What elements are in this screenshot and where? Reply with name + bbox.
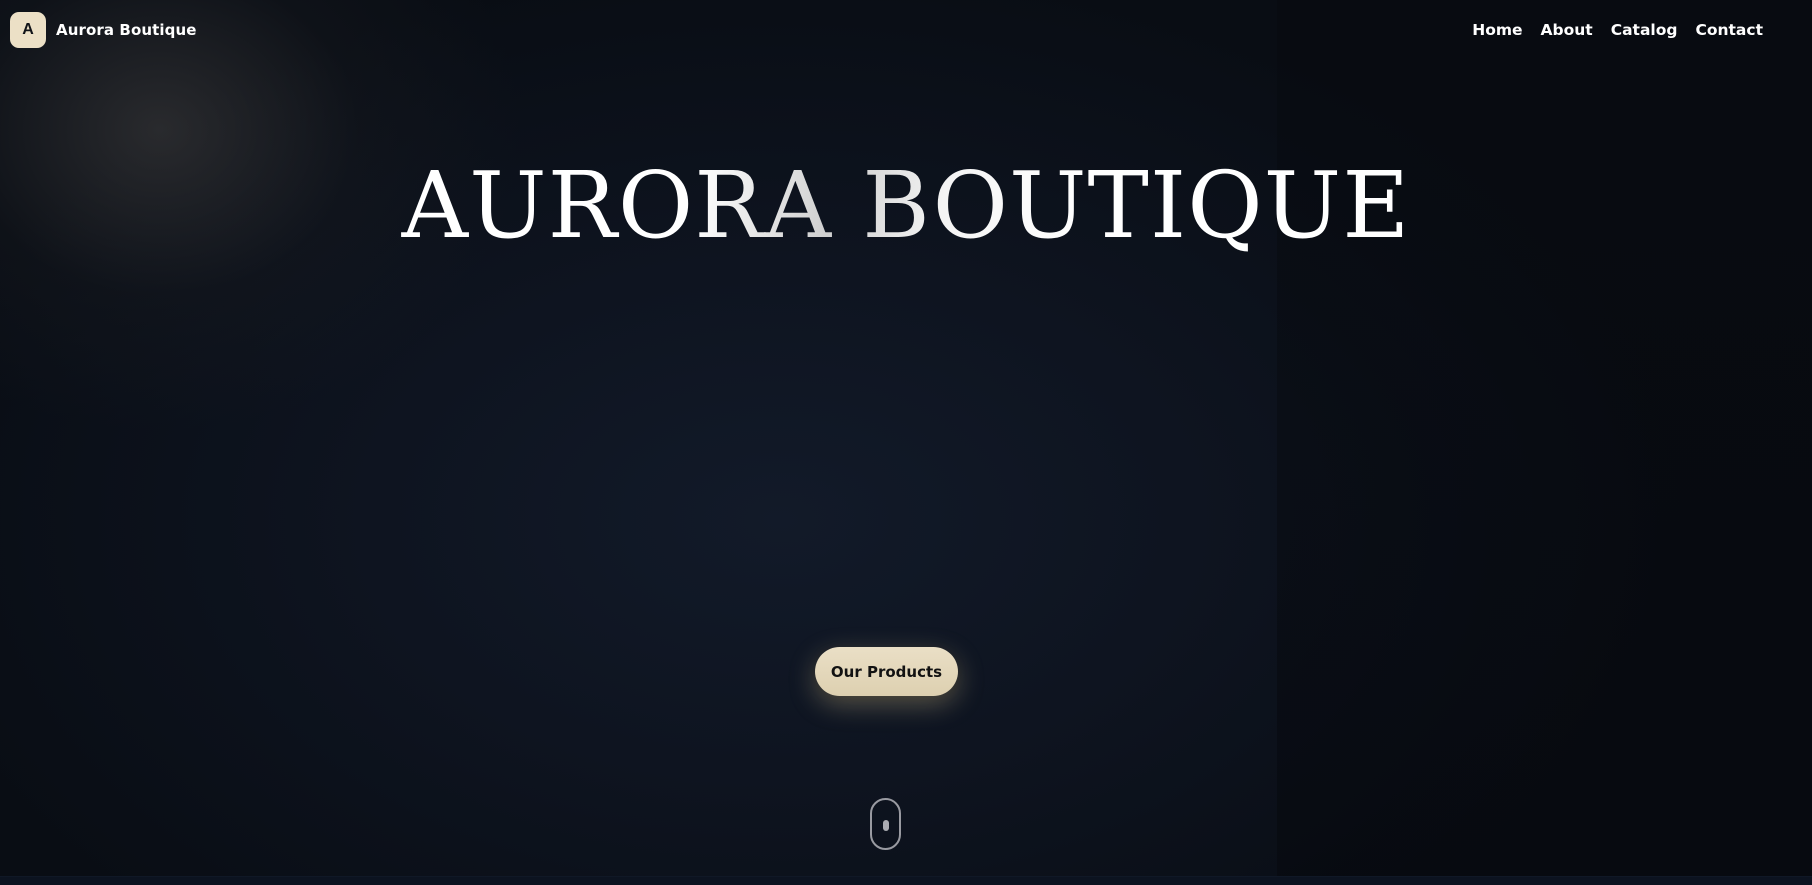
brand-logo-icon[interactable]: A [10, 12, 46, 48]
mouse-scroll-icon[interactable] [870, 798, 901, 850]
our-products-button[interactable]: Our Products [815, 647, 958, 696]
nav-link-home[interactable]: Home [1472, 21, 1522, 39]
nav-link-about[interactable]: About [1541, 21, 1593, 39]
scroll-wheel-dot [882, 820, 889, 831]
nav-link-catalog[interactable]: Catalog [1611, 21, 1678, 39]
hero-page: A Aurora Boutique Home About Catalog Con… [0, 0, 1812, 885]
nav-link-contact[interactable]: Contact [1695, 21, 1763, 39]
main-nav: Home About Catalog Contact [1454, 21, 1763, 39]
bottom-strip [0, 876, 1812, 885]
brand[interactable]: A Aurora Boutique [10, 12, 197, 48]
hero-title: AURORA BOUTIQUE [0, 160, 1812, 252]
brand-name[interactable]: Aurora Boutique [56, 21, 197, 39]
right-shade-panel [1277, 0, 1812, 877]
